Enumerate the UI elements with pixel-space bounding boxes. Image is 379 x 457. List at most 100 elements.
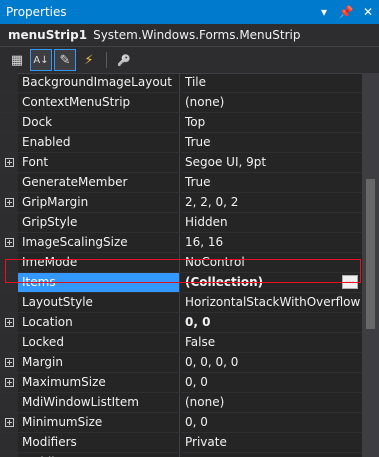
- property-row[interactable]: GenerateMember True: [0, 173, 362, 193]
- property-row[interactable]: ImageScalingSize 16, 16: [0, 233, 362, 253]
- property-row[interactable]: Modifiers Private: [0, 433, 362, 453]
- property-value[interactable]: 0, 0, 0, 0: [180, 353, 362, 372]
- property-row[interactable]: Margin 0, 0, 0, 0: [0, 353, 362, 373]
- row-gutter: [0, 173, 18, 192]
- property-name[interactable]: ContextMenuStrip: [18, 93, 180, 112]
- dropdown-icon[interactable]: ▾: [313, 1, 335, 23]
- row-gutter: [0, 253, 18, 272]
- property-name[interactable]: Locked: [18, 333, 180, 352]
- property-row[interactable]: Font Segoe UI, 9pt: [0, 153, 362, 173]
- expand-icon[interactable]: [4, 318, 14, 327]
- property-row[interactable]: Dock Top: [0, 113, 362, 133]
- property-value[interactable]: 0, 0: [180, 313, 362, 332]
- property-value[interactable]: False: [180, 333, 362, 352]
- property-name[interactable]: Margin: [18, 353, 180, 372]
- property-value[interactable]: Private: [180, 433, 362, 452]
- property-list: BackgroundImageLayout Tile ContextMenuStri…: [0, 73, 362, 457]
- properties-icon: ✎: [59, 52, 71, 68]
- expand-icon[interactable]: [4, 418, 14, 427]
- events-button[interactable]: ⚡: [78, 49, 100, 71]
- property-name[interactable]: MdiWindowListItem: [18, 393, 180, 412]
- expand-icon[interactable]: [4, 358, 14, 367]
- property-name[interactable]: LayoutStyle: [18, 293, 180, 312]
- property-value[interactable]: 6, 2, 0, 2: [180, 453, 362, 457]
- row-gutter: [0, 453, 18, 457]
- row-gutter: [0, 333, 18, 352]
- pin-icon[interactable]: 📌: [335, 1, 357, 23]
- property-value[interactable]: True: [180, 133, 362, 152]
- row-gutter: [0, 433, 18, 452]
- property-name[interactable]: Modifiers: [18, 433, 180, 452]
- property-value[interactable]: 0, 0: [180, 373, 362, 392]
- property-row[interactable]: Items (Collection)...: [0, 273, 362, 293]
- property-name[interactable]: GripMargin: [18, 193, 180, 212]
- property-value[interactable]: HorizontalStackWithOverflow: [180, 293, 362, 312]
- property-value[interactable]: (none): [180, 393, 362, 412]
- row-gutter: [0, 233, 18, 252]
- row-gutter: [0, 273, 18, 292]
- property-name[interactable]: Location: [18, 313, 180, 332]
- expand-icon[interactable]: [4, 158, 14, 167]
- object-selector[interactable]: menuStrip1 System.Windows.Forms.MenuStri…: [0, 24, 379, 47]
- expand-icon[interactable]: [4, 238, 14, 247]
- property-name[interactable]: Dock: [18, 113, 180, 132]
- alphabetical-icon: A↓: [33, 54, 49, 66]
- property-name[interactable]: Font: [18, 153, 180, 172]
- property-value[interactable]: NoControl: [180, 253, 362, 272]
- property-name[interactable]: GenerateMember: [18, 173, 180, 192]
- vertical-scrollbar[interactable]: [362, 73, 379, 457]
- property-value[interactable]: Tile: [180, 73, 362, 92]
- property-name[interactable]: Enabled: [18, 133, 180, 152]
- categorized-button[interactable]: ▦: [6, 49, 28, 71]
- property-name[interactable]: GripStyle: [18, 213, 180, 232]
- row-gutter: [0, 213, 18, 232]
- property-name[interactable]: ImeMode: [18, 253, 180, 272]
- ellipsis-button[interactable]: ...: [342, 275, 358, 289]
- property-row[interactable]: MdiWindowListItem (none): [0, 393, 362, 413]
- property-row[interactable]: Locked False: [0, 333, 362, 353]
- alphabetical-button[interactable]: A↓: [30, 49, 52, 71]
- property-value[interactable]: (Collection): [180, 273, 362, 292]
- property-row[interactable]: GripMargin 2, 2, 0, 2: [0, 193, 362, 213]
- property-name[interactable]: Items: [18, 273, 180, 292]
- property-row[interactable]: MaximumSize 0, 0: [0, 373, 362, 393]
- scrollbar-thumb[interactable]: [366, 179, 375, 329]
- properties-button[interactable]: ✎: [54, 49, 76, 71]
- property-value[interactable]: Segoe UI, 9pt: [180, 153, 362, 172]
- expand-icon[interactable]: [4, 378, 14, 387]
- object-type: System.Windows.Forms.MenuStrip: [93, 28, 301, 42]
- property-row[interactable]: ImeMode NoControl: [0, 253, 362, 273]
- property-pages-button[interactable]: 🔑: [113, 49, 135, 71]
- property-name[interactable]: MinimumSize: [18, 413, 180, 432]
- property-grid: BackgroundImageLayout Tile ContextMenuStri…: [0, 73, 379, 457]
- property-name[interactable]: ImageScalingSize: [18, 233, 180, 252]
- property-value[interactable]: True: [180, 173, 362, 192]
- property-value[interactable]: 16, 16: [180, 233, 362, 252]
- expand-icon[interactable]: [4, 198, 14, 207]
- property-row[interactable]: MinimumSize 0, 0: [0, 413, 362, 433]
- property-value[interactable]: Top: [180, 113, 362, 132]
- row-gutter: [0, 193, 18, 212]
- row-gutter: [0, 393, 18, 412]
- property-value[interactable]: Hidden: [180, 213, 362, 232]
- row-gutter: [0, 73, 18, 92]
- object-name: menuStrip1: [8, 28, 88, 42]
- property-value[interactable]: (none): [180, 93, 362, 112]
- property-row[interactable]: Location 0, 0: [0, 313, 362, 333]
- property-row[interactable]: BackgroundImageLayout Tile: [0, 73, 362, 93]
- property-name[interactable]: MaximumSize: [18, 373, 180, 392]
- property-row[interactable]: ContextMenuStrip (none): [0, 93, 362, 113]
- close-icon[interactable]: ✕: [357, 1, 379, 23]
- property-value[interactable]: 2, 2, 0, 2: [180, 193, 362, 212]
- row-gutter: [0, 113, 18, 132]
- property-row[interactable]: LayoutStyle HorizontalStackWithOverflow: [0, 293, 362, 313]
- property-row[interactable]: Padding6, 2, 0, 2: [0, 453, 362, 457]
- property-value[interactable]: 0, 0: [180, 413, 362, 432]
- toolbar-separator: [106, 52, 107, 68]
- property-row[interactable]: Enabled True: [0, 133, 362, 153]
- property-name[interactable]: BackgroundImageLayout: [18, 73, 180, 92]
- property-row[interactable]: GripStyle Hidden: [0, 213, 362, 233]
- property-name[interactable]: Padding: [18, 453, 180, 457]
- categorized-icon: ▦: [10, 52, 24, 68]
- row-gutter: [0, 353, 18, 372]
